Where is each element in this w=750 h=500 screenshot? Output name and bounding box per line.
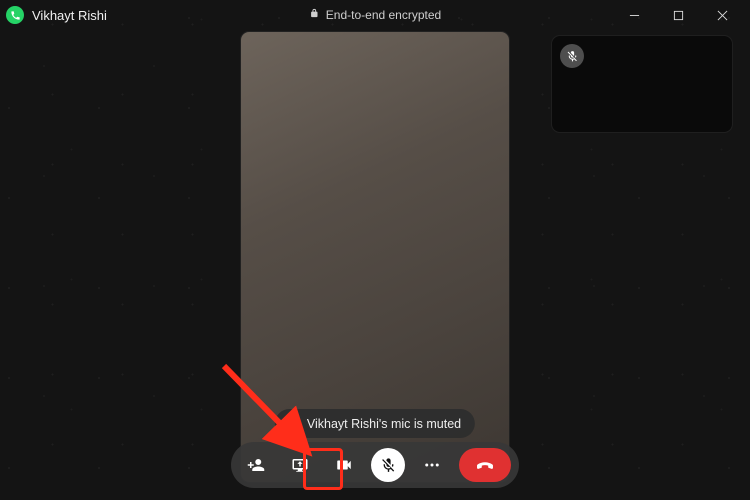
mic-off-icon — [285, 415, 299, 432]
call-stage: Vikhayt Rishi's mic is muted — [0, 30, 750, 500]
mute-toast-text: Vikhayt Rishi's mic is muted — [307, 417, 461, 431]
end-call-button[interactable] — [459, 448, 511, 482]
contact-name: Vikhayt Rishi — [32, 8, 107, 23]
self-mute-indicator — [560, 44, 584, 68]
minimize-button[interactable] — [612, 0, 656, 30]
add-participant-button[interactable] — [239, 448, 273, 482]
mic-toggle-button[interactable] — [371, 448, 405, 482]
close-button[interactable] — [700, 0, 744, 30]
self-video[interactable] — [552, 36, 732, 132]
window-controls — [612, 0, 744, 30]
whatsapp-icon — [6, 6, 24, 24]
camera-button[interactable] — [327, 448, 361, 482]
app-window: Vikhayt Rishi End-to-end encrypted — [0, 0, 750, 500]
titlebar: Vikhayt Rishi End-to-end encrypted — [0, 0, 750, 30]
lock-icon — [309, 8, 320, 22]
maximize-button[interactable] — [656, 0, 700, 30]
mute-toast: Vikhayt Rishi's mic is muted — [275, 409, 475, 438]
encryption-label: End-to-end encrypted — [326, 8, 441, 22]
encryption-badge: End-to-end encrypted — [309, 8, 441, 22]
call-controls — [231, 442, 519, 488]
more-options-button[interactable] — [415, 448, 449, 482]
screen-share-button[interactable] — [283, 448, 317, 482]
